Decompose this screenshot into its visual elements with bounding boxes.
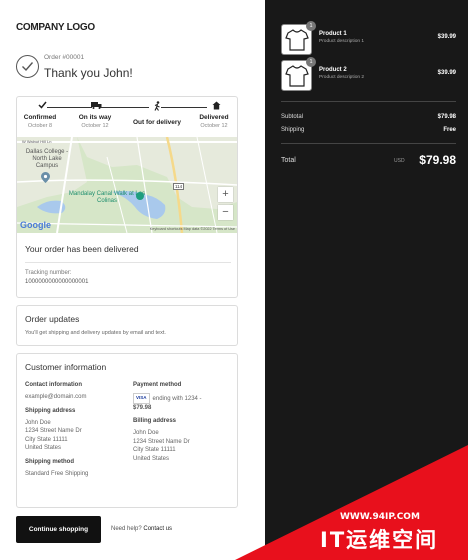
product-price: $39.99 [437, 34, 456, 40]
total-label: Total [281, 157, 296, 164]
help-label: Need help? [111, 526, 142, 532]
card-ending: ending with 1234 - [152, 396, 202, 402]
step-label: Confirmed [23, 114, 57, 121]
tshirt-icon [285, 29, 309, 51]
payment-amount: $79.98 [133, 404, 152, 411]
continue-shopping-button[interactable]: Continue shopping [16, 516, 101, 543]
order-status-panel: COMPANY LOGO Order #00001 Thank you John… [0, 0, 265, 560]
address-line: 1234 Street Name Dr [133, 438, 190, 445]
customer-info-title: Customer information [25, 362, 107, 372]
zoom-in-button[interactable]: + [218, 187, 233, 202]
timeline-step-out-for-delivery: Out for delivery [127, 119, 187, 126]
watermark-name: IT运维空间 [320, 528, 439, 552]
timeline-connector [47, 107, 92, 108]
payment-method-heading: Payment method [133, 382, 182, 388]
product-price: $39.99 [437, 70, 456, 76]
timeline-step-on-its-way: On its way October 12 [73, 114, 117, 129]
step-date: October 12 [200, 123, 228, 129]
order-number: Order #00001 [44, 54, 85, 61]
delivery-map[interactable]: W Walnut Hill Ln Dallas College - North … [17, 137, 237, 233]
walking-icon [151, 101, 163, 113]
company-logo[interactable]: COMPANY LOGO [16, 22, 95, 33]
customer-info-card: Customer information Contact information… [16, 353, 238, 508]
thank-you-heading: Thank you John! [44, 66, 133, 80]
contact-info-heading: Contact information [25, 382, 82, 388]
divider [25, 262, 231, 263]
truck-icon [90, 101, 102, 113]
map-street-label: W Walnut Hill Ln [22, 139, 52, 144]
shipping-value: Free [443, 127, 456, 133]
timeline-connector [99, 107, 149, 108]
address-line: John Doe [133, 430, 159, 436]
product-row: 1 Product 2 Product description 2 $39.99 [281, 57, 456, 92]
address-line: United States [133, 455, 170, 462]
billing-address-heading: Billing address [133, 418, 177, 424]
address-line: 1234 Street Name Dr [25, 428, 82, 434]
order-updates-title: Order updates [25, 314, 80, 324]
step-date: October 12 [81, 123, 109, 129]
address-line: United States [25, 445, 62, 451]
highway-shield: 114 [173, 183, 185, 190]
visa-card-icon: VISA [133, 393, 150, 404]
divider [281, 101, 456, 102]
quantity-badge: 1 [306, 21, 316, 31]
tracking-number-link[interactable]: 1000000000000000001 [25, 279, 88, 285]
timeline-connector [161, 107, 207, 108]
step-label: Out for delivery [132, 119, 182, 126]
map-place-label: Dallas College - North Lake Campus [25, 149, 69, 169]
shipping-method-block: Shipping method Standard Free Shipping [25, 459, 125, 479]
home-icon [210, 101, 222, 113]
timeline-step-confirmed: Confirmed October 8 [19, 114, 61, 129]
currency-code: USD [394, 158, 405, 164]
address-line: City State 11111 [133, 447, 176, 453]
step-label: Delivered [199, 114, 229, 121]
delivery-timeline: Confirmed October 8 On its way October 1… [17, 97, 237, 137]
billing-address-block: Billing address John Doe 1234 Street Nam… [133, 418, 233, 463]
shipping-method-heading: Shipping method [25, 458, 74, 465]
tracking-label: Tracking number: [25, 270, 72, 276]
step-label: On its way [78, 114, 112, 121]
shipping-method-value: Standard Free Shipping [25, 470, 89, 477]
subtotal-label: Subtotal [281, 114, 304, 120]
product-description: Product description 1 [319, 39, 365, 44]
total-value: $79.98 [419, 153, 456, 167]
place-marker-icon [136, 192, 144, 200]
payment-method-block: Payment method VISA ending with 1234 - $7… [133, 382, 233, 412]
help-text: Need help? Contact us [111, 526, 172, 532]
shipping-label: Shipping [281, 127, 305, 133]
map-place-label: Mandalay Canal Walk at Las Colinas [68, 191, 146, 204]
check-icon [36, 101, 48, 113]
map-credits[interactable]: Keyboard shortcuts Map data ©2022 Terms … [150, 227, 235, 231]
order-updates-subtitle: You'll get shipping and delivery updates… [25, 330, 166, 336]
customer-info-left-column: Contact information example@domain.com S… [25, 382, 125, 484]
product-name: Product 2 [319, 67, 347, 73]
zoom-out-button[interactable]: − [218, 205, 233, 220]
order-confirmation-header: Order #00001 Thank you John! [16, 52, 246, 88]
tshirt-icon [285, 65, 309, 87]
order-status-card: Confirmed October 8 On its way October 1… [16, 96, 238, 298]
address-line: John Doe [25, 419, 51, 426]
product-row: 1 Product 1 Product description 1 $39.99 [281, 21, 456, 56]
map-pin-icon [41, 172, 50, 183]
quantity-badge: 1 [306, 57, 316, 67]
order-updates-card: Order updates You'll get shipping and de… [16, 305, 238, 346]
shipping-address-heading: Shipping address [25, 407, 76, 414]
address-line: City State 11111 [25, 436, 68, 443]
timeline-step-delivered: Delivered October 12 [193, 114, 235, 129]
product-name: Product 1 [319, 31, 347, 37]
contact-email: example@domain.com [25, 394, 87, 400]
contact-us-link[interactable]: Contact us [143, 526, 172, 532]
check-circle-icon [16, 55, 39, 78]
watermark-url: WWW.94IP.COM [340, 512, 420, 522]
customer-info-right-column: Payment method VISA ending with 1234 - $7… [133, 382, 233, 469]
shipping-address-block: Shipping address John Doe 1234 Street Na… [25, 408, 125, 453]
step-date: October 8 [27, 123, 53, 129]
delivery-status-heading: Your order has been delivered [25, 244, 139, 254]
contact-info-block: Contact information example@domain.com [25, 382, 125, 402]
google-logo: Google [20, 220, 51, 230]
subtotal-value: $79.98 [437, 114, 456, 120]
payment-method-value: VISA ending with 1234 - [133, 393, 233, 404]
product-description: Product description 2 [319, 75, 365, 80]
divider [281, 143, 456, 144]
